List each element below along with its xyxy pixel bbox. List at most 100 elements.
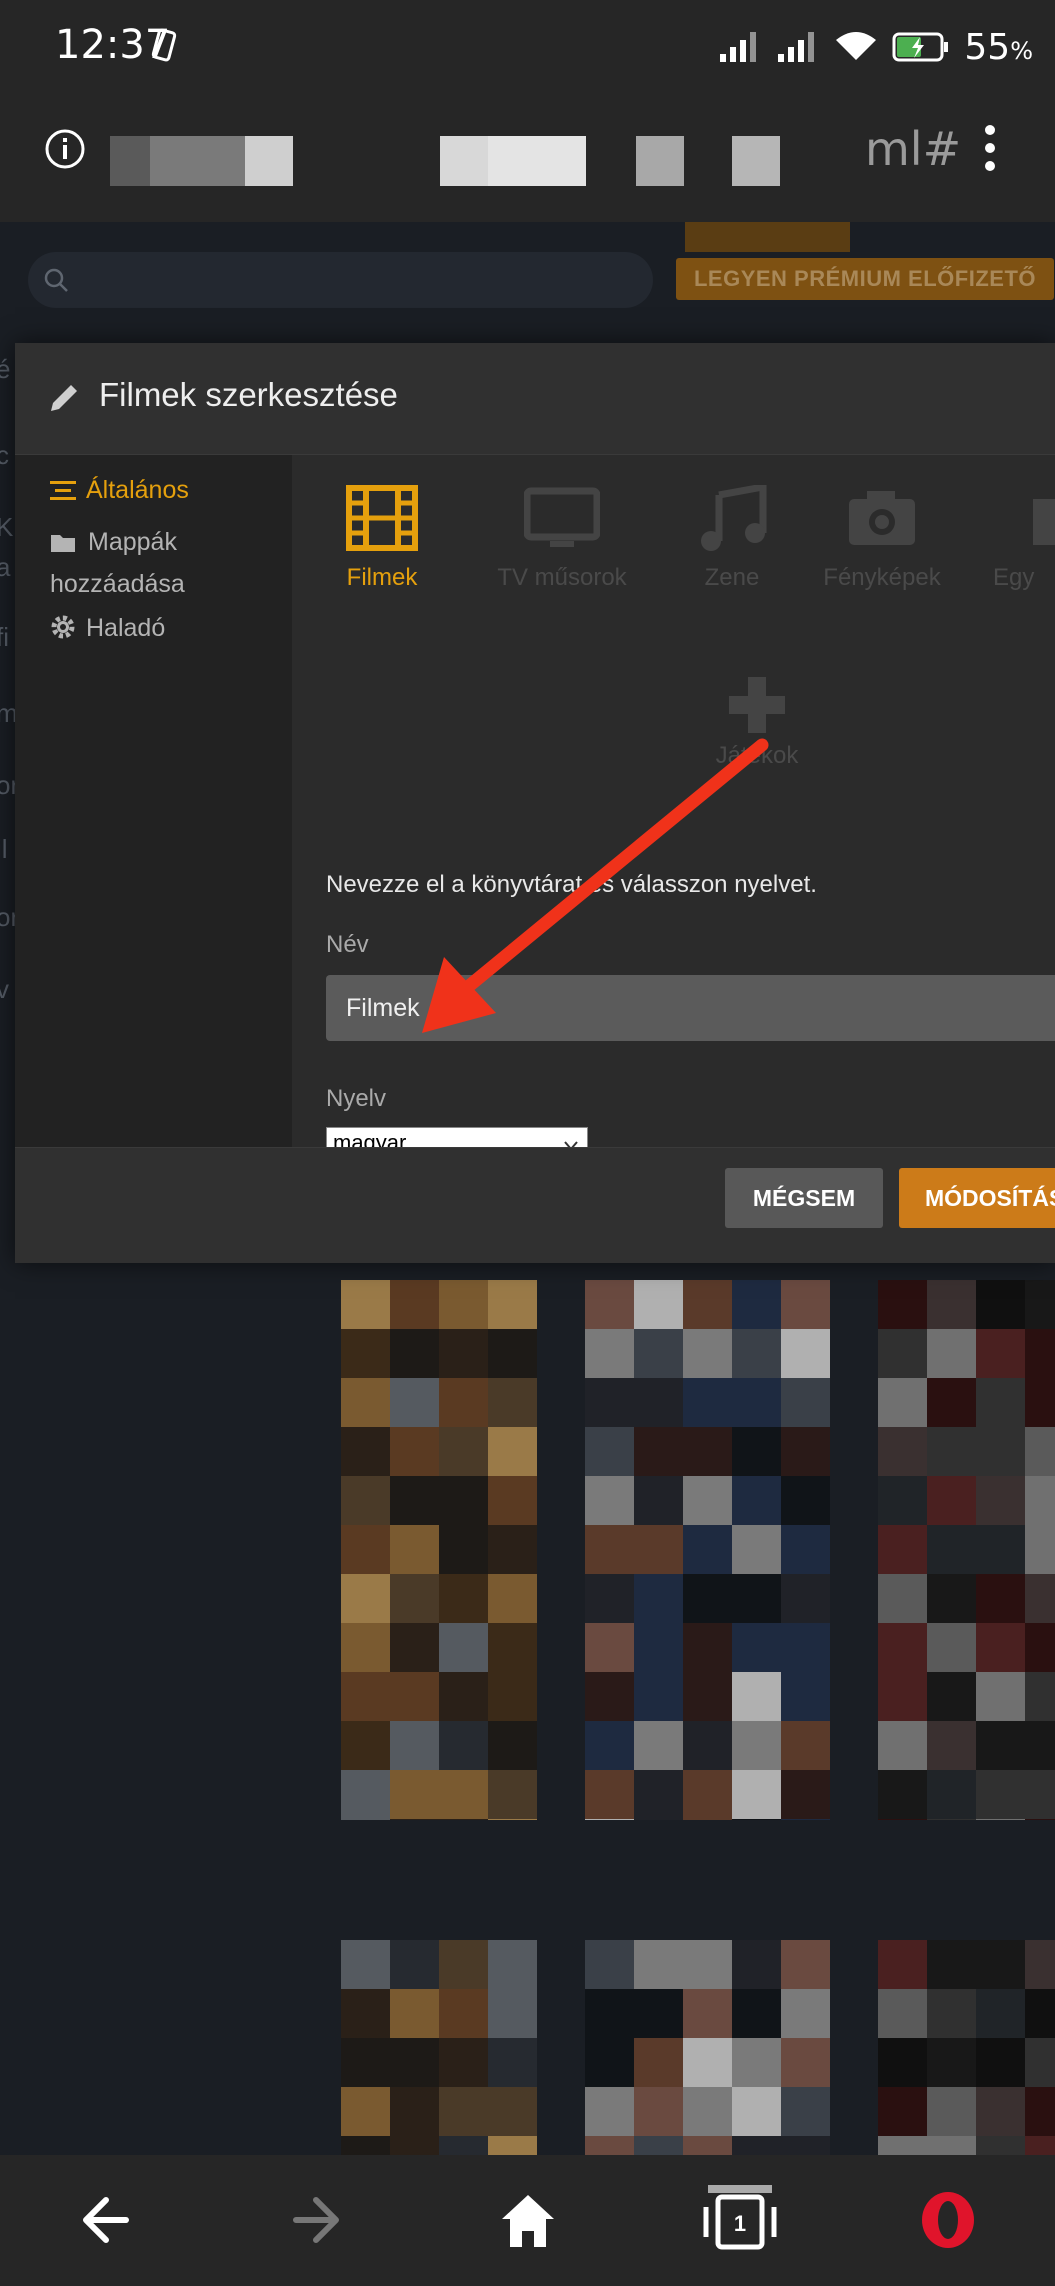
poster-pixel (585, 1819, 634, 1820)
poster-pixel (585, 1378, 634, 1427)
redacted-url-7 (732, 136, 780, 186)
poster-pixel (927, 1623, 976, 1672)
poster-pixel (976, 1819, 1025, 1820)
gear-icon (51, 615, 75, 639)
poster-pixel (341, 1329, 390, 1378)
poster-pixel (390, 1476, 439, 1525)
poster-pixel (1025, 1574, 1055, 1623)
info-icon[interactable] (44, 128, 86, 170)
poster-pixel (683, 2038, 732, 2087)
sidebar-item-advanced[interactable]: Haladó (50, 607, 165, 649)
premium-button[interactable]: LEGYEN PRÉMIUM ELŐFIZETŐ (676, 258, 1054, 300)
save-button[interactable]: MÓDOSÍTÁS (899, 1168, 1055, 1228)
poster-pixel (341, 2087, 390, 2136)
poster-pixel (781, 1280, 830, 1329)
sidebar-item-label: Haladó (86, 614, 166, 642)
poster-pixel (878, 2087, 927, 2136)
poster-pixel (732, 1770, 781, 1819)
poster-pixel (927, 1940, 976, 1989)
poster-pixel (634, 2087, 683, 2136)
poster-pixel (976, 1280, 1025, 1329)
annotation-arrow (422, 738, 769, 1033)
poster-pixel (732, 2087, 781, 2136)
poster-pixel (683, 1989, 732, 2038)
poster-pixel (585, 1476, 634, 1525)
poster-pixel (927, 1329, 976, 1378)
poster-pixel (732, 1672, 781, 1721)
poster-pixel (390, 1819, 439, 1820)
poster-pixel (390, 1378, 439, 1427)
poster-pixel (976, 2136, 1025, 2155)
modal-footer: MÉGSEM MÓDOSÍTÁS (15, 1147, 1055, 1263)
poster-pixel (390, 1623, 439, 1672)
poster-pixel (781, 2136, 830, 2155)
more-menu-icon[interactable] (978, 122, 1002, 176)
poster-pixel (878, 1989, 927, 2038)
search-input[interactable] (28, 252, 653, 308)
sidebar-item-add-folders[interactable]: Mappák hozzáadása (50, 521, 185, 605)
left-edge-letter: c (0, 440, 9, 470)
redacted-url-6 (636, 136, 684, 186)
poster-pixel (585, 1672, 634, 1721)
poster-pixel (439, 2136, 488, 2155)
poster-pixel (585, 1721, 634, 1770)
poster-pixel (634, 1476, 683, 1525)
redacted-url-3 (245, 136, 293, 186)
poster-pixel (927, 1280, 976, 1329)
poster-pixel (976, 1378, 1025, 1427)
poster-pixel (634, 1427, 683, 1476)
back-arrow-icon[interactable] (78, 2185, 134, 2255)
poster-pixel (927, 1989, 976, 2038)
poster-pixel (781, 1329, 830, 1378)
poster-pixel (683, 1623, 732, 1672)
redacted-url-2 (150, 136, 245, 186)
cancel-button[interactable]: MÉGSEM (725, 1168, 883, 1228)
poster-pixel (878, 1476, 927, 1525)
poster-pixel (439, 1574, 488, 1623)
poster-pixel (878, 1940, 927, 1989)
poster-pixel (1025, 1989, 1055, 2038)
poster-pixel (781, 1770, 830, 1819)
browser-url-bar[interactable]: ml# (0, 92, 1055, 222)
poster-pixel (585, 1525, 634, 1574)
forward-arrow-icon[interactable] (288, 2185, 344, 2255)
battery-icon (892, 32, 949, 62)
poster-pixel (732, 1989, 781, 2038)
poster-pixel (390, 2136, 439, 2155)
poster-pixel (927, 1476, 976, 1525)
poster-pixel (976, 1721, 1025, 1770)
poster-pixel (927, 1819, 976, 1820)
poster-pixel (976, 2087, 1025, 2136)
poster-pixel (927, 2136, 976, 2155)
poster-pixel (341, 2136, 390, 2155)
signal-icon (720, 32, 757, 62)
poster-pixel (878, 1721, 927, 1770)
sidebar-item-label: Mappák (88, 528, 177, 556)
poster-pixel (683, 2136, 732, 2155)
poster-pixel (1025, 1427, 1055, 1476)
poster-pixel (488, 1280, 537, 1329)
poster-pixel (683, 1378, 732, 1427)
home-icon[interactable] (498, 2185, 558, 2255)
url-text[interactable]: ml# (865, 122, 961, 176)
poster-pixel (390, 1940, 439, 1989)
opera-menu-icon[interactable] (918, 2185, 978, 2255)
poster-pixel (341, 2038, 390, 2087)
poster-pixel (341, 1427, 390, 1476)
pencil-icon (51, 385, 77, 411)
redacted-url-4 (440, 136, 488, 186)
poster-pixel (1025, 1623, 1055, 1672)
poster-pixel (634, 2136, 683, 2155)
poster-pixel (439, 1940, 488, 1989)
poster-pixel (341, 1280, 390, 1329)
poster-pixel (976, 1672, 1025, 1721)
poster-pixel (634, 1770, 683, 1819)
poster-pixel (341, 1989, 390, 2038)
modal-sidebar: Általános Mappák hozzáadása Haladó (15, 455, 292, 1147)
left-edge-letter: a (0, 552, 11, 582)
tabs-icon[interactable]: 1 (700, 2185, 780, 2257)
poster-pixel (683, 1819, 732, 1820)
sidebar-item-general[interactable]: Általános (50, 469, 189, 511)
poster-pixel (634, 1721, 683, 1770)
poster-pixel (488, 1989, 537, 2038)
